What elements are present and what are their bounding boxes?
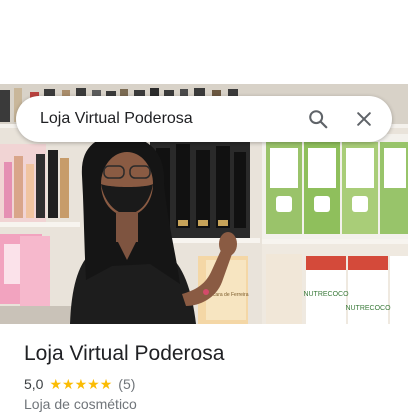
place-name: Loja Virtual Poderosa — [24, 342, 225, 365]
place-details-sheet[interactable]: Loja Virtual Poderosa 5,0 ★ ★ ★ ★ ★ (5) … — [0, 324, 408, 412]
star-icon: ★ — [87, 376, 100, 392]
close-icon — [357, 112, 371, 126]
place-category: Loja de cosmético — [24, 396, 137, 412]
star-icon: ★ — [74, 376, 88, 392]
clear-search-button[interactable] — [350, 105, 378, 133]
star-icon: ★ — [49, 376, 63, 392]
star-icon: ★ — [99, 376, 113, 392]
rating-row[interactable]: 5,0 ★ ★ ★ ★ ★ (5) — [24, 376, 135, 392]
star-icon: ★ — [62, 376, 75, 392]
star-rating: ★ ★ ★ ★ ★ — [49, 377, 112, 391]
search-button[interactable] — [304, 105, 332, 133]
search-bar[interactable]: Loja Virtual Poderosa — [16, 96, 392, 142]
search-icon — [309, 110, 328, 129]
box-label: NUTRECOCO — [345, 305, 391, 312]
search-input[interactable]: Loja Virtual Poderosa — [40, 110, 286, 128]
box-label: NUTRECOCO — [303, 291, 349, 298]
review-count[interactable]: (5) — [118, 376, 135, 392]
rating-value: 5,0 — [24, 376, 44, 392]
